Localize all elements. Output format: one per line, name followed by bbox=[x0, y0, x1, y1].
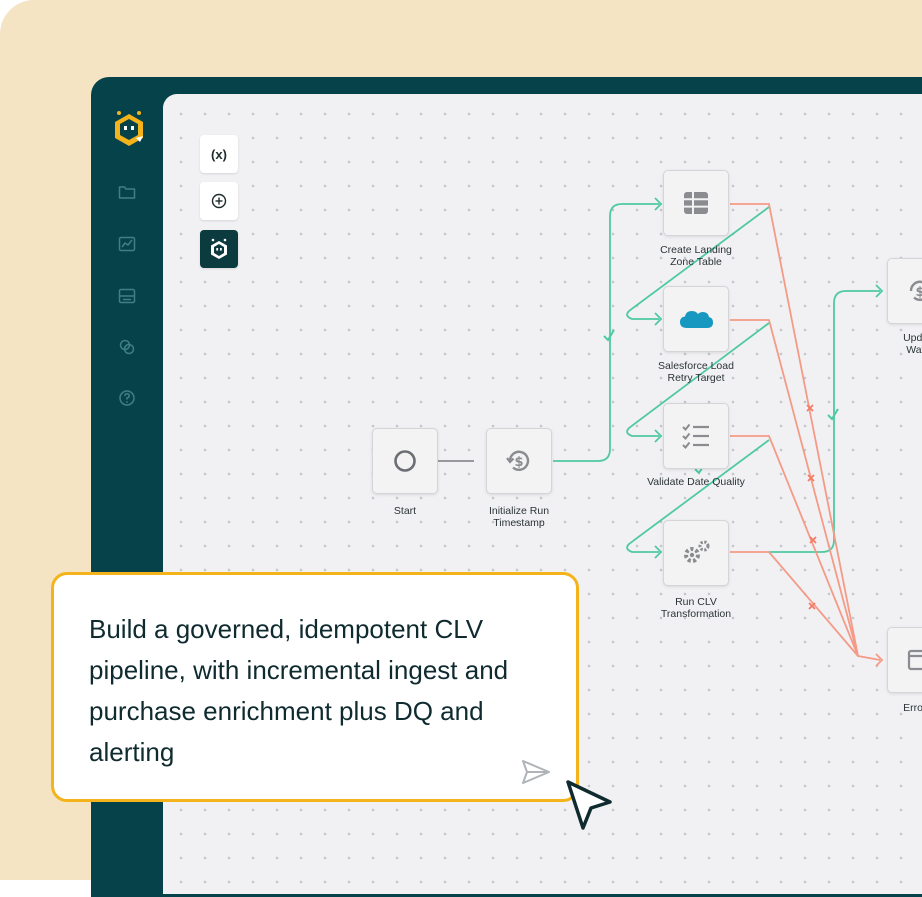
chart-icon[interactable] bbox=[116, 233, 138, 255]
refresh-dollar-icon: $ bbox=[506, 450, 530, 471]
checklist-icon bbox=[682, 423, 709, 449]
create-landing-node[interactable] bbox=[663, 170, 729, 236]
storage-icon[interactable] bbox=[116, 285, 138, 307]
app-logo-icon[interactable] bbox=[110, 108, 148, 150]
validate-quality-label: Validate Date Quality bbox=[647, 476, 745, 488]
add-node-button[interactable] bbox=[200, 182, 238, 220]
salesforce-cloud-icon bbox=[680, 311, 713, 328]
start-node-label: Start bbox=[393, 505, 417, 517]
variables-button[interactable]: (x) bbox=[200, 135, 238, 173]
help-icon[interactable] bbox=[116, 387, 138, 409]
error-handler-node[interactable] bbox=[887, 627, 922, 693]
salesforce-load-label: Salesforce Load Retry Target bbox=[658, 360, 734, 384]
update-watermark-label: Update Water bbox=[903, 332, 922, 356]
run-clv-node[interactable] bbox=[663, 520, 729, 586]
integrations-icon[interactable] bbox=[116, 336, 138, 358]
prompt-text[interactable]: Build a governed, idempotent CLV pipelin… bbox=[89, 609, 559, 773]
start-node[interactable] bbox=[372, 428, 438, 494]
gears-icon bbox=[684, 540, 710, 563]
refresh-dollar-icon: $ bbox=[909, 280, 922, 301]
initialize-run-node[interactable]: $ bbox=[486, 428, 552, 494]
send-icon[interactable] bbox=[519, 755, 553, 789]
folder-icon[interactable] bbox=[116, 181, 138, 203]
validate-quality-node[interactable] bbox=[663, 403, 729, 469]
error-handler-label: Error H bbox=[903, 702, 922, 714]
table-icon bbox=[684, 192, 708, 214]
update-watermark-node[interactable]: $ bbox=[887, 258, 922, 324]
plus-circle-icon bbox=[211, 193, 227, 209]
mouse-cursor-icon bbox=[564, 778, 616, 834]
robot-icon bbox=[211, 238, 227, 259]
ai-assistant-button[interactable] bbox=[200, 230, 238, 268]
start-circle-icon bbox=[394, 450, 416, 472]
alert-window-icon bbox=[907, 649, 922, 671]
prompt-card[interactable]: Build a governed, idempotent CLV pipelin… bbox=[51, 572, 579, 802]
svg-text:$: $ bbox=[915, 285, 922, 300]
svg-text:$: $ bbox=[514, 455, 523, 470]
initialize-run-label: Initialize Run Timestamp bbox=[488, 505, 550, 529]
salesforce-load-node[interactable] bbox=[663, 286, 729, 352]
create-landing-label: Create Landing Zone Table bbox=[660, 244, 732, 268]
run-clv-label: Run CLV Transformation bbox=[660, 596, 732, 620]
